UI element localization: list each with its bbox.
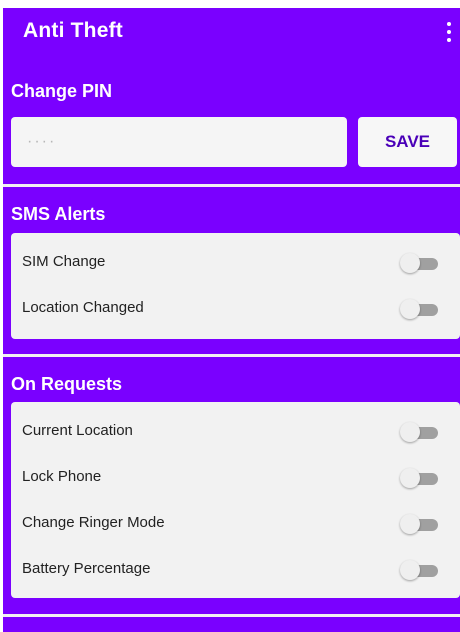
switch-thumb <box>400 468 420 488</box>
section-divider <box>3 184 460 187</box>
app-bar: Anti Theft <box>3 8 460 60</box>
pin-input[interactable] <box>11 117 347 167</box>
switch-thumb <box>400 299 420 319</box>
change-pin-title: Change PIN <box>11 81 113 101</box>
switch-thumb <box>400 253 420 273</box>
sim-change-toggle[interactable] <box>400 253 438 273</box>
main-screen: Anti Theft Change PIN SAVE SMS Alerts SI… <box>3 8 460 632</box>
setting-label: Lock Phone <box>22 468 102 485</box>
switch-thumb <box>400 514 420 534</box>
section-divider <box>3 614 460 617</box>
current-location-toggle[interactable] <box>400 422 438 442</box>
setting-row-lock-phone[interactable]: Lock Phone <box>11 455 460 501</box>
setting-label: Change Ringer Mode <box>22 514 165 531</box>
lock-phone-toggle[interactable] <box>400 468 438 488</box>
setting-label: Current Location <box>22 422 133 439</box>
change-ringer-mode-toggle[interactable] <box>400 514 438 534</box>
sms-alerts-card: SIM Change Location Changed <box>11 233 460 339</box>
on-requests-title: On Requests <box>11 374 123 394</box>
setting-label: Battery Percentage <box>22 560 151 577</box>
sms-alerts-title: SMS Alerts <box>11 204 106 224</box>
section-divider <box>3 354 460 357</box>
setting-row-sim-change[interactable]: SIM Change <box>11 240 460 286</box>
app-root: Anti Theft Change PIN SAVE SMS Alerts SI… <box>0 0 460 632</box>
switch-thumb <box>400 560 420 580</box>
save-button[interactable]: SAVE <box>358 117 457 167</box>
setting-row-change-ringer-mode[interactable]: Change Ringer Mode <box>11 501 460 547</box>
switch-thumb <box>400 422 420 442</box>
setting-label: Location Changed <box>22 299 144 316</box>
on-requests-card: Current Location Lock Phone Change Ringe… <box>11 402 460 598</box>
setting-label: SIM Change <box>22 253 106 270</box>
more-vert-icon[interactable] <box>442 18 456 46</box>
setting-row-current-location[interactable]: Current Location <box>11 409 460 455</box>
app-title: Anti Theft <box>23 19 123 42</box>
location-changed-toggle[interactable] <box>400 299 438 319</box>
setting-row-location-changed[interactable]: Location Changed <box>11 286 460 332</box>
setting-row-battery-percentage[interactable]: Battery Percentage <box>11 547 460 593</box>
battery-percentage-toggle[interactable] <box>400 560 438 580</box>
